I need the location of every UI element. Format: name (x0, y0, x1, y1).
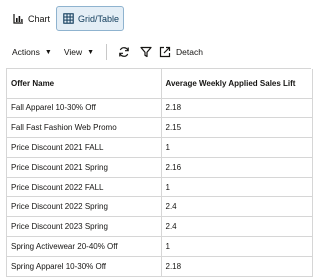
grid-icon (63, 13, 74, 24)
table-row[interactable]: Price Discount 2023 Spring 2.4 (7, 216, 313, 238)
offer-name-cell: Price Discount 2022 FALL (7, 177, 162, 198)
refresh-button[interactable] (113, 42, 135, 62)
sales-lift-cell: 2.18 (161, 256, 313, 277)
table-row[interactable]: Price Discount 2022 Spring 2.4 (7, 196, 313, 218)
chart-view-label: Chart (28, 13, 51, 24)
table-row[interactable]: Price Discount 2021 FALL 1 (7, 137, 313, 158)
detach-button[interactable]: Detach (157, 42, 207, 62)
table-body: Fall Apparel 10-30% Off 2.18 Fall Fast Fas… (7, 98, 313, 277)
grid-view-label: Grid/Table (78, 13, 120, 24)
sales-lift-cell: 2.16 (161, 157, 313, 178)
table-header-row: Offer Name Average Weekly Applied Sales … (7, 69, 313, 99)
chart-view-button[interactable]: Chart (6, 6, 50, 31)
offer-name-cell: Price Discount 2021 FALL (7, 137, 162, 158)
sales-lift-cell: 1 (161, 137, 313, 158)
offer-name-cell: Fall Fast Fashion Web Promo (7, 117, 162, 139)
offer-name-cell: Price Discount 2022 Spring (7, 196, 162, 218)
actions-menu-label: Actions (12, 47, 40, 57)
grid-table-view-button[interactable]: Grid/Table (56, 6, 124, 31)
table-row[interactable]: Spring Activewear 20-40% Off 1 (7, 236, 313, 257)
column-header-sales-lift[interactable]: Average Weekly Applied Sales Lift (161, 69, 313, 99)
table-row[interactable]: Price Discount 2022 FALL 1 (7, 177, 313, 198)
chevron-down-icon: ▼ (44, 48, 52, 56)
sales-lift-cell: 2.4 (161, 216, 313, 238)
toolbar-divider (106, 44, 108, 60)
sales-lift-cell: 2.4 (161, 196, 313, 218)
offer-name-cell: Fall Apparel 10-30% Off (7, 98, 162, 119)
toolbar: Actions ▼ View ▼ Detach (6, 42, 311, 62)
filter-icon (140, 46, 152, 58)
offer-name-cell: Price Discount 2021 Spring (7, 157, 162, 178)
view-toggle: Chart Grid/Table (6, 6, 124, 31)
view-menu-label: View (63, 47, 83, 57)
table-row[interactable]: Price Discount 2021 Spring 2.16 (7, 157, 313, 178)
sales-lift-cell: 1 (161, 177, 313, 198)
detach-label: Detach (176, 47, 203, 57)
table-row[interactable]: Spring Apparel 10-30% Off 2.18 (7, 256, 313, 277)
refresh-icon (119, 47, 129, 57)
filter-button[interactable] (135, 42, 157, 62)
offer-name-cell: Spring Apparel 10-30% Off (7, 256, 162, 277)
table-row[interactable]: Fall Fast Fashion Web Promo 2.15 (7, 117, 313, 139)
offer-table: Offer Name Average Weekly Applied Sales … (7, 69, 313, 277)
offer-name-cell: Price Discount 2023 Spring (7, 216, 162, 238)
data-grid: Offer Name Average Weekly Applied Sales … (6, 68, 313, 277)
actions-menu[interactable]: Actions ▼ (6, 42, 58, 62)
sales-lift-cell: 2.15 (161, 117, 313, 139)
sales-lift-cell: 2.18 (161, 98, 313, 119)
bar-chart-icon (13, 14, 23, 24)
table-row[interactable]: Fall Apparel 10-30% Off 2.18 (7, 98, 313, 119)
offer-name-cell: Spring Activewear 20-40% Off (7, 236, 162, 257)
sales-lift-cell: 1 (161, 236, 313, 257)
detach-icon (159, 46, 171, 58)
column-header-offer-name[interactable]: Offer Name (7, 69, 162, 99)
view-menu[interactable]: View ▼ (58, 42, 100, 62)
chevron-down-icon: ▼ (87, 48, 95, 56)
